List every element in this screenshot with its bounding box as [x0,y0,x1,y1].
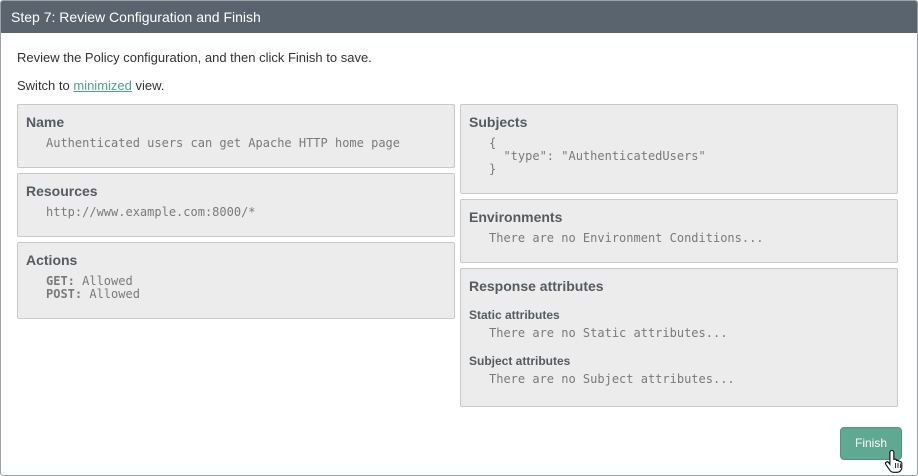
response-attributes-box: Response attributes Static attributes Th… [460,268,898,407]
environments-box: Environments There are no Environment Co… [460,199,898,263]
action-value: Allowed [74,274,133,288]
hand-pointer-icon [885,449,903,473]
switch-suffix: view. [131,78,165,93]
subjects-title: Subjects [469,114,528,130]
switch-prefix: Switch to [17,78,74,93]
review-panel: Step 7: Review Configuration and Finish … [0,0,918,476]
subjects-box: Subjects { "type": "AuthenticatedUsers" … [460,104,898,194]
resources-title: Resources [26,183,98,199]
switch-view-line: Switch to minimized view. [17,78,164,93]
environments-value: There are no Environment Conditions... [489,231,764,245]
name-box: Name Authenticated users can get Apache … [17,104,455,168]
action-item: POST: Allowed [26,288,446,301]
intro-text: Review the Policy configuration, and the… [17,50,372,65]
environments-title: Environments [469,209,563,225]
action-value: Allowed [82,287,140,301]
subjects-line: "type": "AuthenticatedUsers" [489,149,706,163]
actions-box: Actions GET: Allowed POST: Allowed [17,242,455,319]
minimized-view-link[interactable]: minimized [73,78,132,93]
response-title: Response attributes [469,278,604,294]
name-title: Name [26,114,65,130]
action-method: POST: [46,287,83,301]
resources-box: Resources http://www.example.com:8000/* [17,173,455,237]
name-value: Authenticated users can get Apache HTTP … [46,136,401,150]
action-method: GET: [46,274,75,288]
panel-header: Step 7: Review Configuration and Finish [1,1,917,33]
static-attributes-title: Static attributes [469,308,560,322]
subject-attributes-value: There are no Subject attributes... [489,372,735,386]
resources-value: http://www.example.com:8000/* [46,205,256,219]
static-attributes-value: There are no Static attributes... [489,326,728,340]
actions-title: Actions [26,252,78,268]
subjects-line: } [489,162,497,176]
subject-attributes-title: Subject attributes [469,354,571,368]
